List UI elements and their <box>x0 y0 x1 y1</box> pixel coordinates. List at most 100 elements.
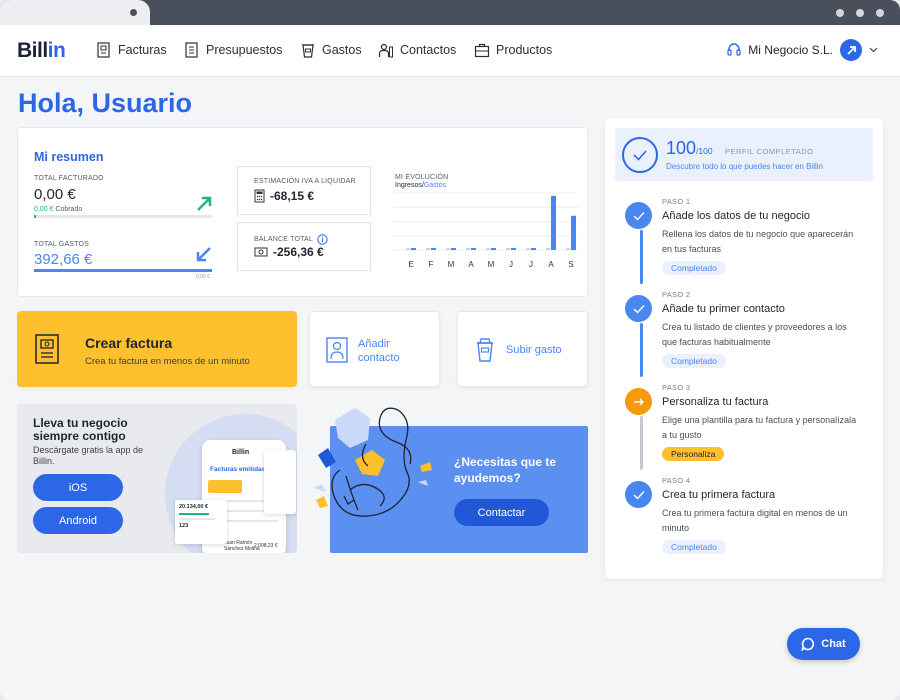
bar-ingresos <box>486 248 490 250</box>
briefcase-icon <box>474 42 490 58</box>
bar-gastos <box>451 248 456 250</box>
nav-label: Facturas <box>118 43 167 57</box>
step-description: Crea tu listado de clientes y proveedore… <box>662 320 862 350</box>
month-tick-label: S <box>568 260 573 269</box>
total-billed-label: TOTAL FACTURADO <box>34 175 104 182</box>
browser-tab[interactable] <box>0 0 150 25</box>
expense-arrow-icon <box>196 246 212 262</box>
vat-estimate-box: ESTIMACIÓN IVA A LIQUIDAR -68,15 € <box>237 166 371 215</box>
bar-ingresos <box>426 248 430 250</box>
bar-ingresos <box>546 248 550 250</box>
add-contact-line2: contacto <box>358 351 400 365</box>
upload-expense-button[interactable]: Subir gasto <box>457 311 588 387</box>
bar-gastos <box>551 196 556 250</box>
add-contact-button[interactable]: Añadircontacto <box>309 311 440 387</box>
total-expenses-label: TOTAL GASTOS <box>34 241 89 248</box>
bar-ingresos <box>466 248 470 250</box>
tab-indicator-icon <box>130 9 137 16</box>
month-tick-label: A <box>468 260 474 269</box>
window-dot-icon <box>876 9 884 17</box>
step-done-icon <box>625 202 652 229</box>
evolution-legend: Ingresos/Gastos <box>395 182 446 189</box>
info-icon[interactable] <box>317 234 328 245</box>
legend-gastos: Gastos <box>424 182 446 189</box>
legend-ingresos: Ingresos <box>395 182 422 189</box>
check-circle-icon <box>621 136 659 174</box>
calculator-icon <box>254 189 265 203</box>
month-tick-label: M <box>448 260 455 269</box>
nav-gastos[interactable]: Gastos <box>300 42 362 58</box>
vat-label: ESTIMACIÓN IVA A LIQUIDAR <box>254 178 356 185</box>
step-current-icon <box>625 388 652 415</box>
add-contact-line1: Añadir <box>358 337 400 351</box>
score-max: /100 <box>696 146 713 156</box>
step-connector <box>640 230 643 284</box>
month-tick-label: F <box>429 260 434 269</box>
contact-button[interactable]: Contactar <box>454 499 549 526</box>
bar-gastos <box>411 248 416 250</box>
billin-logo[interactable]: Billin <box>17 39 65 63</box>
summary-card: Mi resumen TOTAL FACTURADO 0,00 € 0,00 €… <box>17 127 588 297</box>
personalize-button[interactable]: Personaliza <box>662 447 724 461</box>
collected-text: 0,00 € Cobrado <box>34 206 82 213</box>
evolution-label: MI EVOLUCIÓN <box>395 174 448 181</box>
banknote-icon <box>254 246 268 258</box>
browser-chrome <box>0 0 900 25</box>
create-invoice-button[interactable]: Crear factura Crea tu factura en menos d… <box>17 311 297 387</box>
step-title: Añade tu primer contacto <box>662 303 785 315</box>
quote-icon <box>184 42 200 58</box>
bar-ingresos <box>406 248 410 250</box>
score-value: 100 <box>666 138 696 158</box>
profile-description[interactable]: Descubre todo lo que puedes hacer en Bil… <box>666 162 823 171</box>
step-description: Elige una plantilla para tu factura y pe… <box>662 413 862 443</box>
month-tick-label: J <box>529 260 533 269</box>
headset-icon[interactable] <box>727 42 741 58</box>
chat-button[interactable]: Chat <box>787 628 860 660</box>
profile-score: 100/100 <box>666 138 713 159</box>
company-avatar[interactable] <box>840 39 862 61</box>
summary-title: Mi resumen <box>34 150 103 164</box>
phone-count: 123 <box>179 523 223 529</box>
chat-label: Chat <box>821 638 845 650</box>
bar-gastos <box>571 216 576 250</box>
create-invoice-title: Crear factura <box>85 335 172 351</box>
nav-contactos[interactable]: Contactos <box>378 42 456 58</box>
app-window: Billin Facturas Presupuestos Gastos Cont… <box>0 0 900 700</box>
android-button[interactable]: Android <box>33 507 123 534</box>
nav-label: Productos <box>496 43 552 57</box>
bar-gastos <box>431 248 436 250</box>
promo-subtitle: Descárgate gratis la app de Billin. <box>33 445 163 467</box>
window-dot-icon <box>856 9 864 17</box>
step-status-badge: Completado <box>662 261 726 275</box>
help-title: ¿Necesitas que te ayudemos? <box>454 454 574 486</box>
nav-facturas[interactable]: Facturas <box>96 42 167 58</box>
ios-button[interactable]: iOS <box>33 474 123 501</box>
chat-bubble-icon <box>801 637 815 651</box>
balance-value: -256,36 € <box>273 245 324 259</box>
window-dot-icon <box>836 9 844 17</box>
phone-logo: Billin <box>232 449 249 456</box>
step-title: Personaliza tu factura <box>662 396 768 408</box>
evolution-chart: EFMAMJJAS <box>393 191 578 271</box>
nav-presupuestos[interactable]: Presupuestos <box>184 42 282 58</box>
expenses-progress-bar <box>34 269 212 272</box>
company-name: Mi Negocio S.L. <box>748 43 833 57</box>
billed-progress-bar <box>34 215 212 218</box>
collected-amount: 0,00 € <box>34 206 53 213</box>
chevron-down-icon[interactable] <box>869 47 878 53</box>
add-contact-label: Añadircontacto <box>358 337 400 365</box>
step-number: PASO 3 <box>662 383 690 392</box>
nav-productos[interactable]: Productos <box>474 42 552 58</box>
nav-label: Presupuestos <box>206 43 282 57</box>
step-status-badge: Completado <box>662 540 726 554</box>
step-done-icon <box>625 295 652 322</box>
profile-header: 100/100 PERFIL COMPLETADO Descubre todo … <box>615 128 873 181</box>
bar-ingresos <box>526 248 530 250</box>
step-description: Crea tu primera factura digital en menos… <box>662 506 862 536</box>
month-tick-label: M <box>488 260 495 269</box>
step-connector <box>640 323 643 377</box>
company-menu[interactable]: Mi Negocio S.L. <box>727 39 878 61</box>
step-number: PASO 2 <box>662 290 690 299</box>
upload-expense-label: Subir gasto <box>506 344 562 356</box>
bar-gastos <box>531 248 536 250</box>
